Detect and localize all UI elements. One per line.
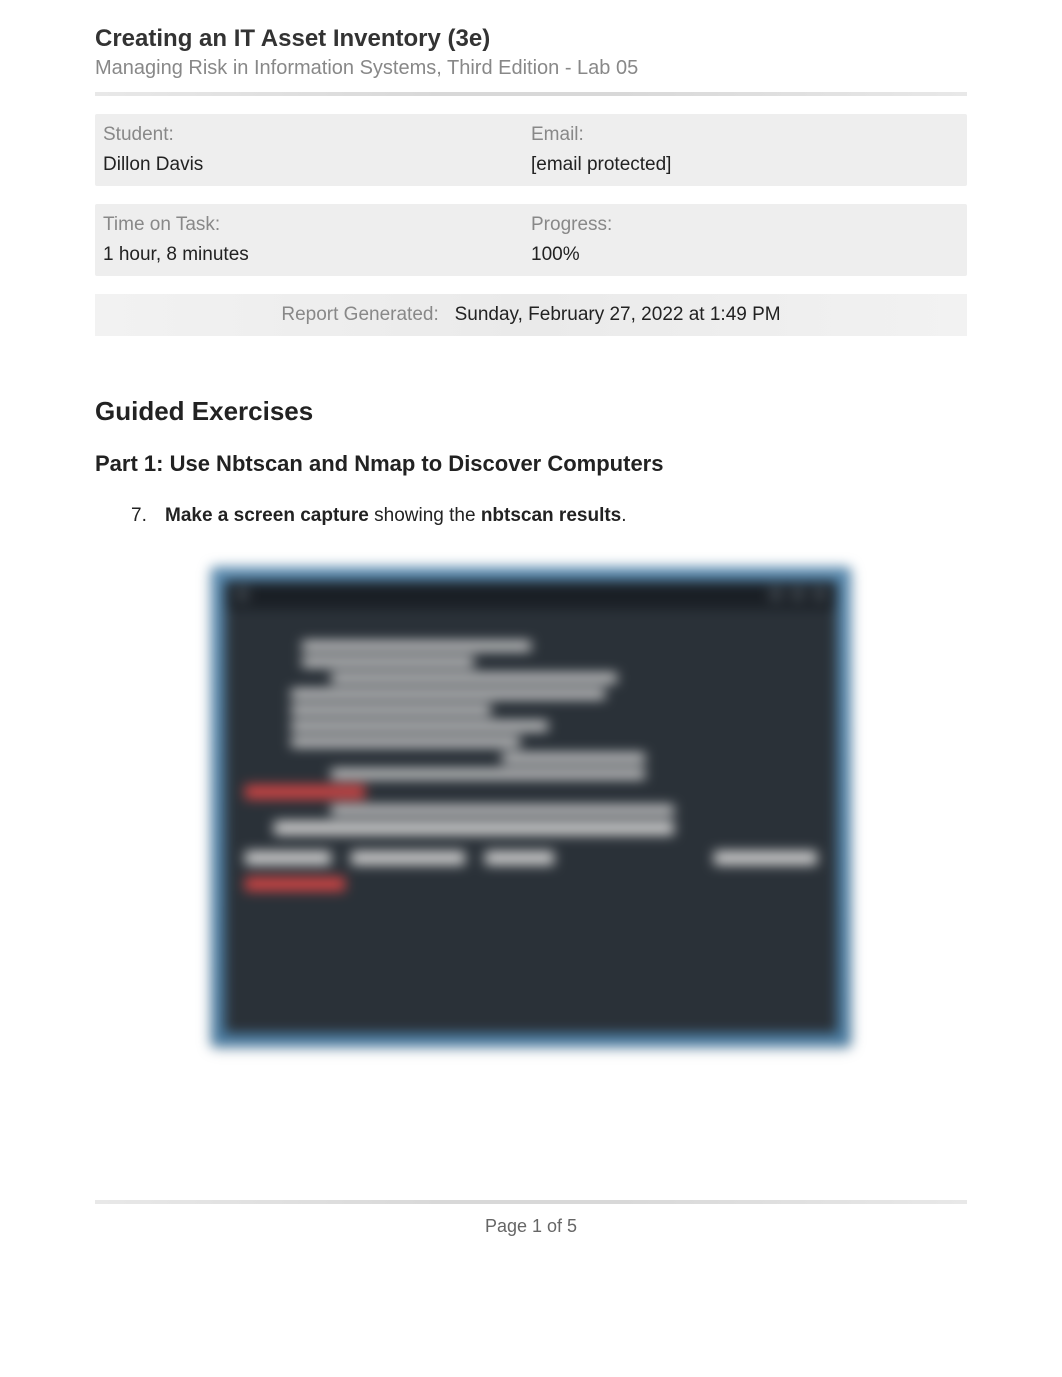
section-heading: Guided Exercises [95,396,967,427]
report-value: Sunday, February 27, 2022 at 1:49 PM [455,304,781,325]
page-number: Page 1 of 5 [95,1216,967,1237]
report-label: Report Generated: [281,304,438,325]
student-label: Student: [103,124,531,146]
part-heading: Part 1: Use Nbtscan and Nmap to Discover… [95,451,967,477]
exercise-text: Make a screen capture showing the nbtsca… [165,505,627,527]
divider [95,92,967,96]
document-title: Creating an IT Asset Inventory (3e) [95,25,967,53]
time-label: Time on Task: [103,214,531,236]
document-subtitle: Managing Risk in Information Systems, Th… [95,57,967,80]
progress-value: 100% [531,244,959,266]
email-label: Email: [531,124,959,146]
page-footer: Page 1 of 5 [95,1200,967,1237]
footer-divider [95,1200,967,1204]
student-value: Dillon Davis [103,154,531,176]
exercise-number: 7. [131,505,155,527]
student-info-block-2: Time on Task: 1 hour, 8 minutes Progress… [95,204,967,276]
time-value: 1 hour, 8 minutes [103,244,531,266]
report-generated: Report Generated: Sunday, February 27, 2… [95,294,967,336]
progress-label: Progress: [531,214,959,236]
screenshot-container [95,567,967,1047]
exercise-item: 7. Make a screen capture showing the nbt… [95,505,967,527]
blurred-screenshot [211,567,851,1047]
email-value: [email protected] [531,154,959,176]
student-info-block-1: Student: Dillon Davis Email: [email prot… [95,114,967,186]
